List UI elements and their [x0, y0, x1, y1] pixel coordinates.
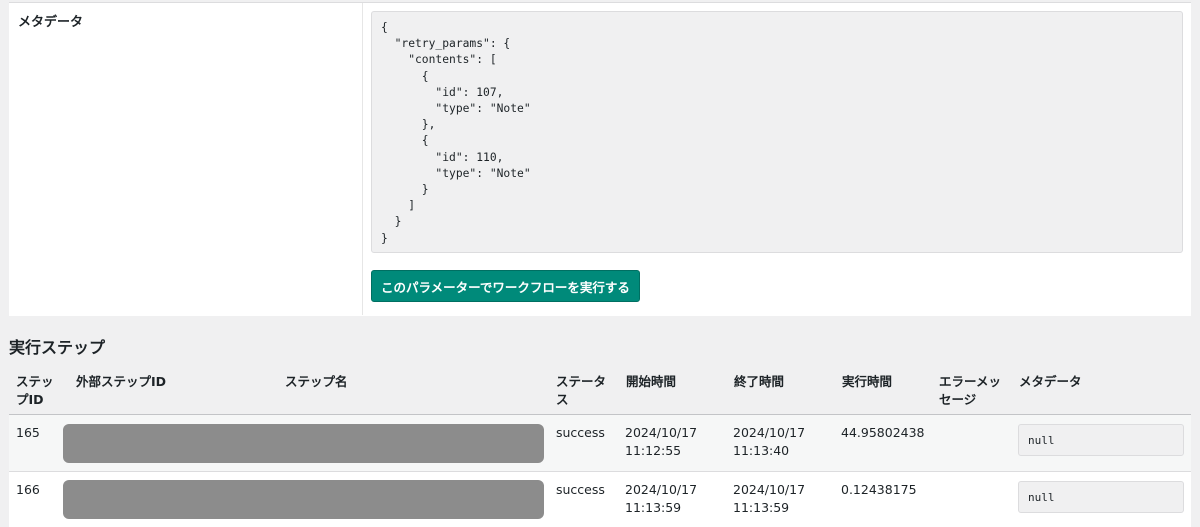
- metadata-cell[interactable]: null: [1018, 481, 1184, 513]
- metadata-panel: メタデータ { "retry_params": { "contents": [ …: [9, 2, 1191, 316]
- duration-cell: 44.95802438: [841, 425, 925, 440]
- step-id-cell: 165: [16, 425, 40, 440]
- metadata-divider: [362, 3, 363, 315]
- metadata-label: メタデータ: [18, 15, 84, 30]
- column-header-error-message: エラーメッセージ: [939, 374, 1002, 407]
- table-row: 166 success 2024/10/17 11:13:59 2024/10/…: [9, 472, 1191, 527]
- start-time-cell: 11:13:59: [625, 500, 682, 515]
- start-date-cell: 2024/10/17: [625, 425, 698, 440]
- column-header-start-time: 開始時間: [626, 374, 677, 389]
- run-workflow-with-params-button[interactable]: このパラメーターでワークフローを実行する: [371, 270, 640, 302]
- status-cell: success: [556, 482, 605, 497]
- column-header-duration: 実行時間: [842, 374, 893, 389]
- redacted-step-info: [63, 424, 544, 463]
- duration-cell: 0.12438175: [841, 482, 917, 497]
- steps-heading: 実行ステップ: [9, 338, 106, 357]
- end-time-cell: 11:13:40: [733, 443, 790, 458]
- end-date-cell: 2024/10/17: [733, 425, 806, 440]
- status-cell: success: [556, 425, 605, 440]
- table-row: 165 success 2024/10/17 11:12:55 2024/10/…: [9, 415, 1191, 472]
- metadata-json-editor[interactable]: { "retry_params": { "contents": [ { "id"…: [371, 11, 1183, 253]
- column-header-status: ステータス: [556, 374, 607, 407]
- column-header-end-time: 終了時間: [734, 374, 785, 389]
- column-header-step-name: ステップ名: [285, 374, 348, 389]
- end-time-cell: 11:13:59: [733, 500, 790, 515]
- redacted-step-info: [63, 480, 544, 519]
- end-date-cell: 2024/10/17: [733, 482, 806, 497]
- metadata-cell[interactable]: null: [1018, 424, 1184, 456]
- start-time-cell: 11:12:55: [625, 443, 682, 458]
- column-header-external-step-id: 外部ステップID: [76, 374, 167, 389]
- step-id-cell: 166: [16, 482, 40, 497]
- column-header-metadata: メタデータ: [1019, 374, 1082, 389]
- start-date-cell: 2024/10/17: [625, 482, 698, 497]
- column-header-step-id: ステップID: [16, 374, 54, 407]
